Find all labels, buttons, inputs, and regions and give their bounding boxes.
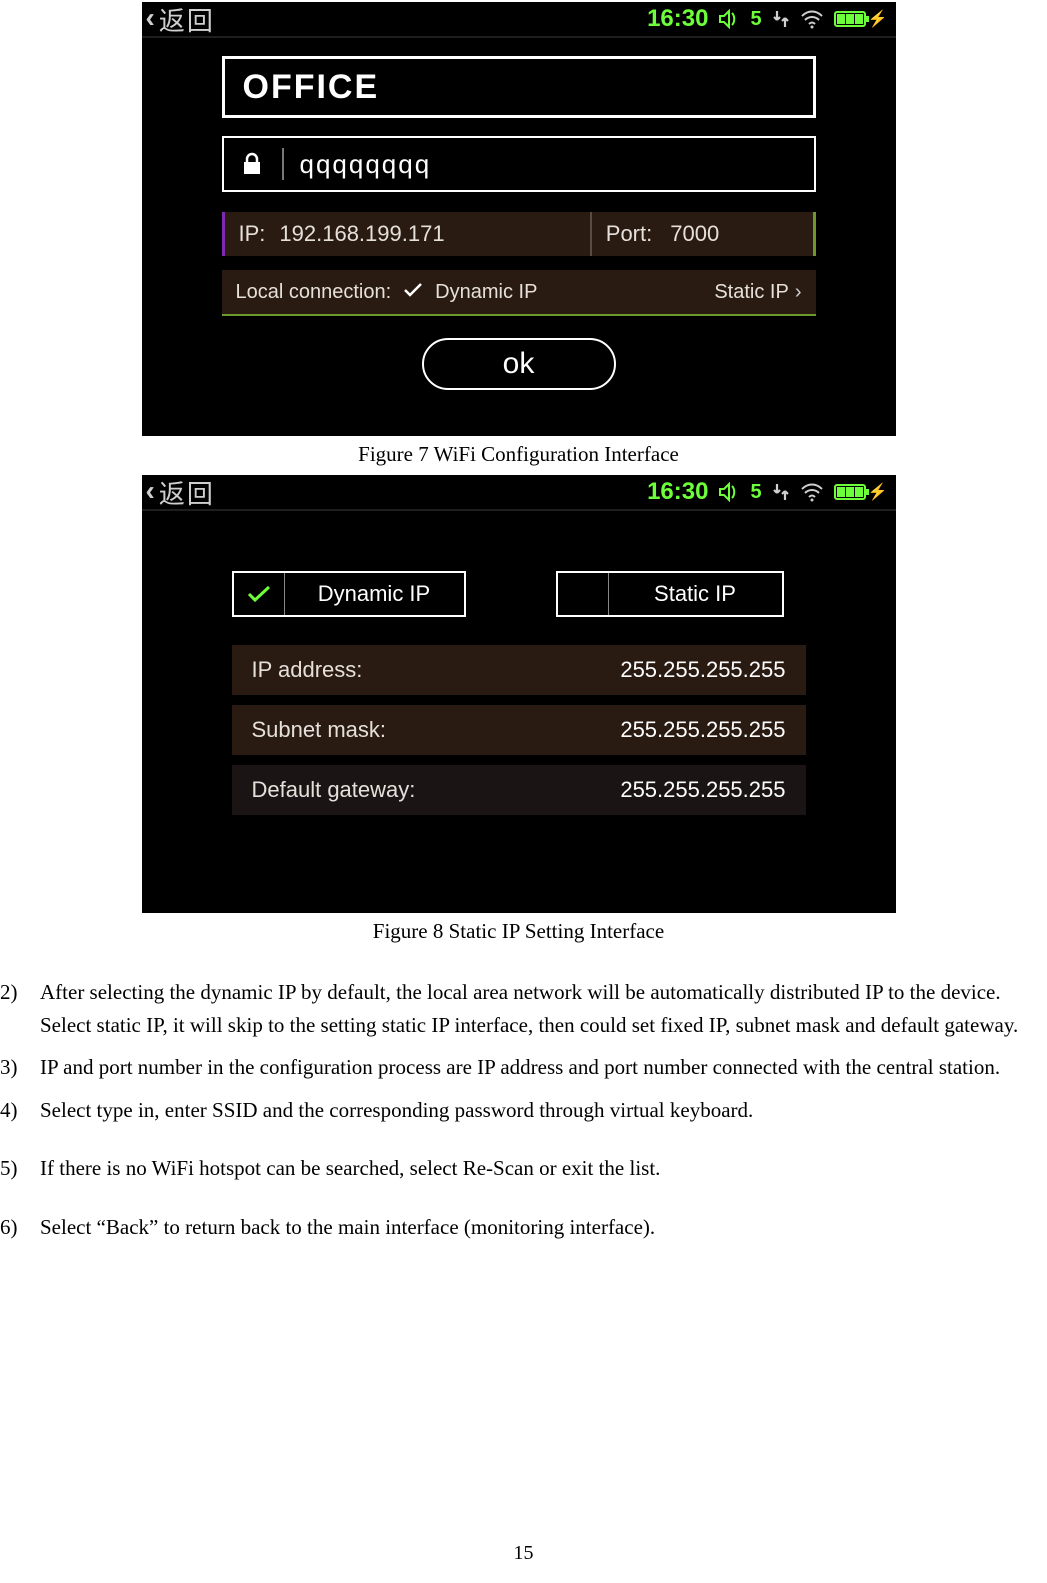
default-gateway-row[interactable]: Default gateway: 255.255.255.255: [232, 765, 806, 815]
instr-text-6: Select “Back” to return back to the main…: [40, 1211, 1037, 1244]
sync-icon: [772, 482, 790, 502]
volume-value: 5: [750, 481, 761, 504]
subnet-mask-value: 255.255.255.255: [620, 717, 785, 743]
instr-num-3: 3): [0, 1051, 40, 1084]
password-input[interactable]: qqqqqqqq: [222, 136, 816, 192]
ip-address-label: IP address:: [252, 657, 363, 683]
instr-num-6: 6): [0, 1211, 40, 1244]
clock-time: 16:30: [647, 478, 708, 506]
back-label: 返回: [159, 1, 215, 38]
static-ip-label: Static IP: [609, 581, 782, 607]
status-bar: ‹ 返回 16:30 5: [142, 475, 896, 511]
dynamic-ip-option[interactable]: Dynamic IP: [435, 281, 537, 304]
instr-text-4: Select type in, enter SSID and the corre…: [40, 1094, 1037, 1127]
static-ip-option[interactable]: Static IP: [556, 571, 784, 617]
ip-address-value: 255.255.255.255: [620, 657, 785, 683]
subnet-mask-row[interactable]: Subnet mask: 255.255.255.255: [232, 705, 806, 755]
default-gateway-value: 255.255.255.255: [620, 777, 785, 803]
dynamic-ip-option[interactable]: Dynamic IP: [232, 571, 466, 617]
port-value: 7000: [670, 221, 719, 247]
volume-icon: [718, 9, 740, 29]
chevron-left-icon: ‹: [146, 477, 155, 507]
separator: [282, 148, 284, 180]
instr-num-2: 2): [0, 976, 40, 1041]
ssid-value: OFFICE: [243, 68, 380, 107]
battery-icon: ⚡: [834, 482, 888, 502]
ok-button[interactable]: ok: [422, 338, 616, 390]
figure8-screenshot: ‹ 返回 16:30 5: [142, 475, 896, 913]
ip-field[interactable]: IP: 192.168.199.171: [222, 212, 590, 256]
ssid-input[interactable]: OFFICE: [222, 56, 816, 118]
status-bar: ‹ 返回 16:30 5: [142, 2, 896, 38]
back-button[interactable]: ‹ 返回: [146, 1, 215, 38]
check-icon: [403, 281, 423, 304]
lock-icon: [238, 152, 266, 176]
ip-port-row: IP: 192.168.199.171 Port: 7000: [222, 212, 816, 256]
battery-icon: ⚡: [834, 9, 888, 29]
figure7-caption: Figure 7 WiFi Configuration Interface: [0, 442, 1037, 467]
ip-address-row[interactable]: IP address: 255.255.255.255: [232, 645, 806, 695]
static-ip-link[interactable]: Static IP ›: [714, 281, 801, 304]
check-icon: [234, 573, 285, 615]
document-page: ‹ 返回 16:30 5: [0, 2, 1047, 1583]
password-value: qqqqqqqq: [300, 149, 432, 180]
clock-time: 16:30: [647, 5, 708, 33]
local-connection-label: Local connection:: [236, 281, 392, 304]
figure7-screenshot: ‹ 返回 16:30 5: [142, 2, 896, 436]
instr-text-3: IP and port number in the configuration …: [40, 1051, 1037, 1084]
ip-value: 192.168.199.171: [279, 221, 444, 247]
dynamic-ip-label: Dynamic IP: [285, 581, 464, 607]
local-connection-row: Local connection: Dynamic IP Static IP ›: [222, 270, 816, 316]
port-label: Port:: [606, 221, 652, 247]
instr-num-5: 5): [0, 1152, 40, 1185]
wifi-icon: [800, 482, 824, 502]
volume-value: 5: [750, 8, 761, 31]
port-field[interactable]: Port: 7000: [592, 212, 816, 256]
instr-text-5: If there is no WiFi hotspot can be searc…: [40, 1152, 1037, 1185]
static-ip-label: Static IP: [714, 281, 788, 304]
page-number: 15: [0, 1542, 1047, 1565]
default-gateway-label: Default gateway:: [252, 777, 416, 803]
back-button[interactable]: ‹ 返回: [146, 474, 215, 511]
figure8-caption: Figure 8 Static IP Setting Interface: [0, 919, 1037, 944]
chevron-right-icon: ›: [795, 281, 802, 304]
ok-button-label: ok: [503, 347, 535, 381]
back-label: 返回: [159, 474, 215, 511]
subnet-mask-label: Subnet mask:: [252, 717, 387, 743]
instr-num-4: 4): [0, 1094, 40, 1127]
instruction-list: 2) After selecting the dynamic IP by def…: [0, 976, 1037, 1243]
volume-icon: [718, 482, 740, 502]
chevron-left-icon: ‹: [146, 4, 155, 34]
sync-icon: [772, 9, 790, 29]
instr-text-2: After selecting the dynamic IP by defaul…: [40, 976, 1037, 1041]
ip-label: IP:: [239, 221, 266, 247]
check-slot-empty: [558, 573, 609, 615]
wifi-icon: [800, 9, 824, 29]
